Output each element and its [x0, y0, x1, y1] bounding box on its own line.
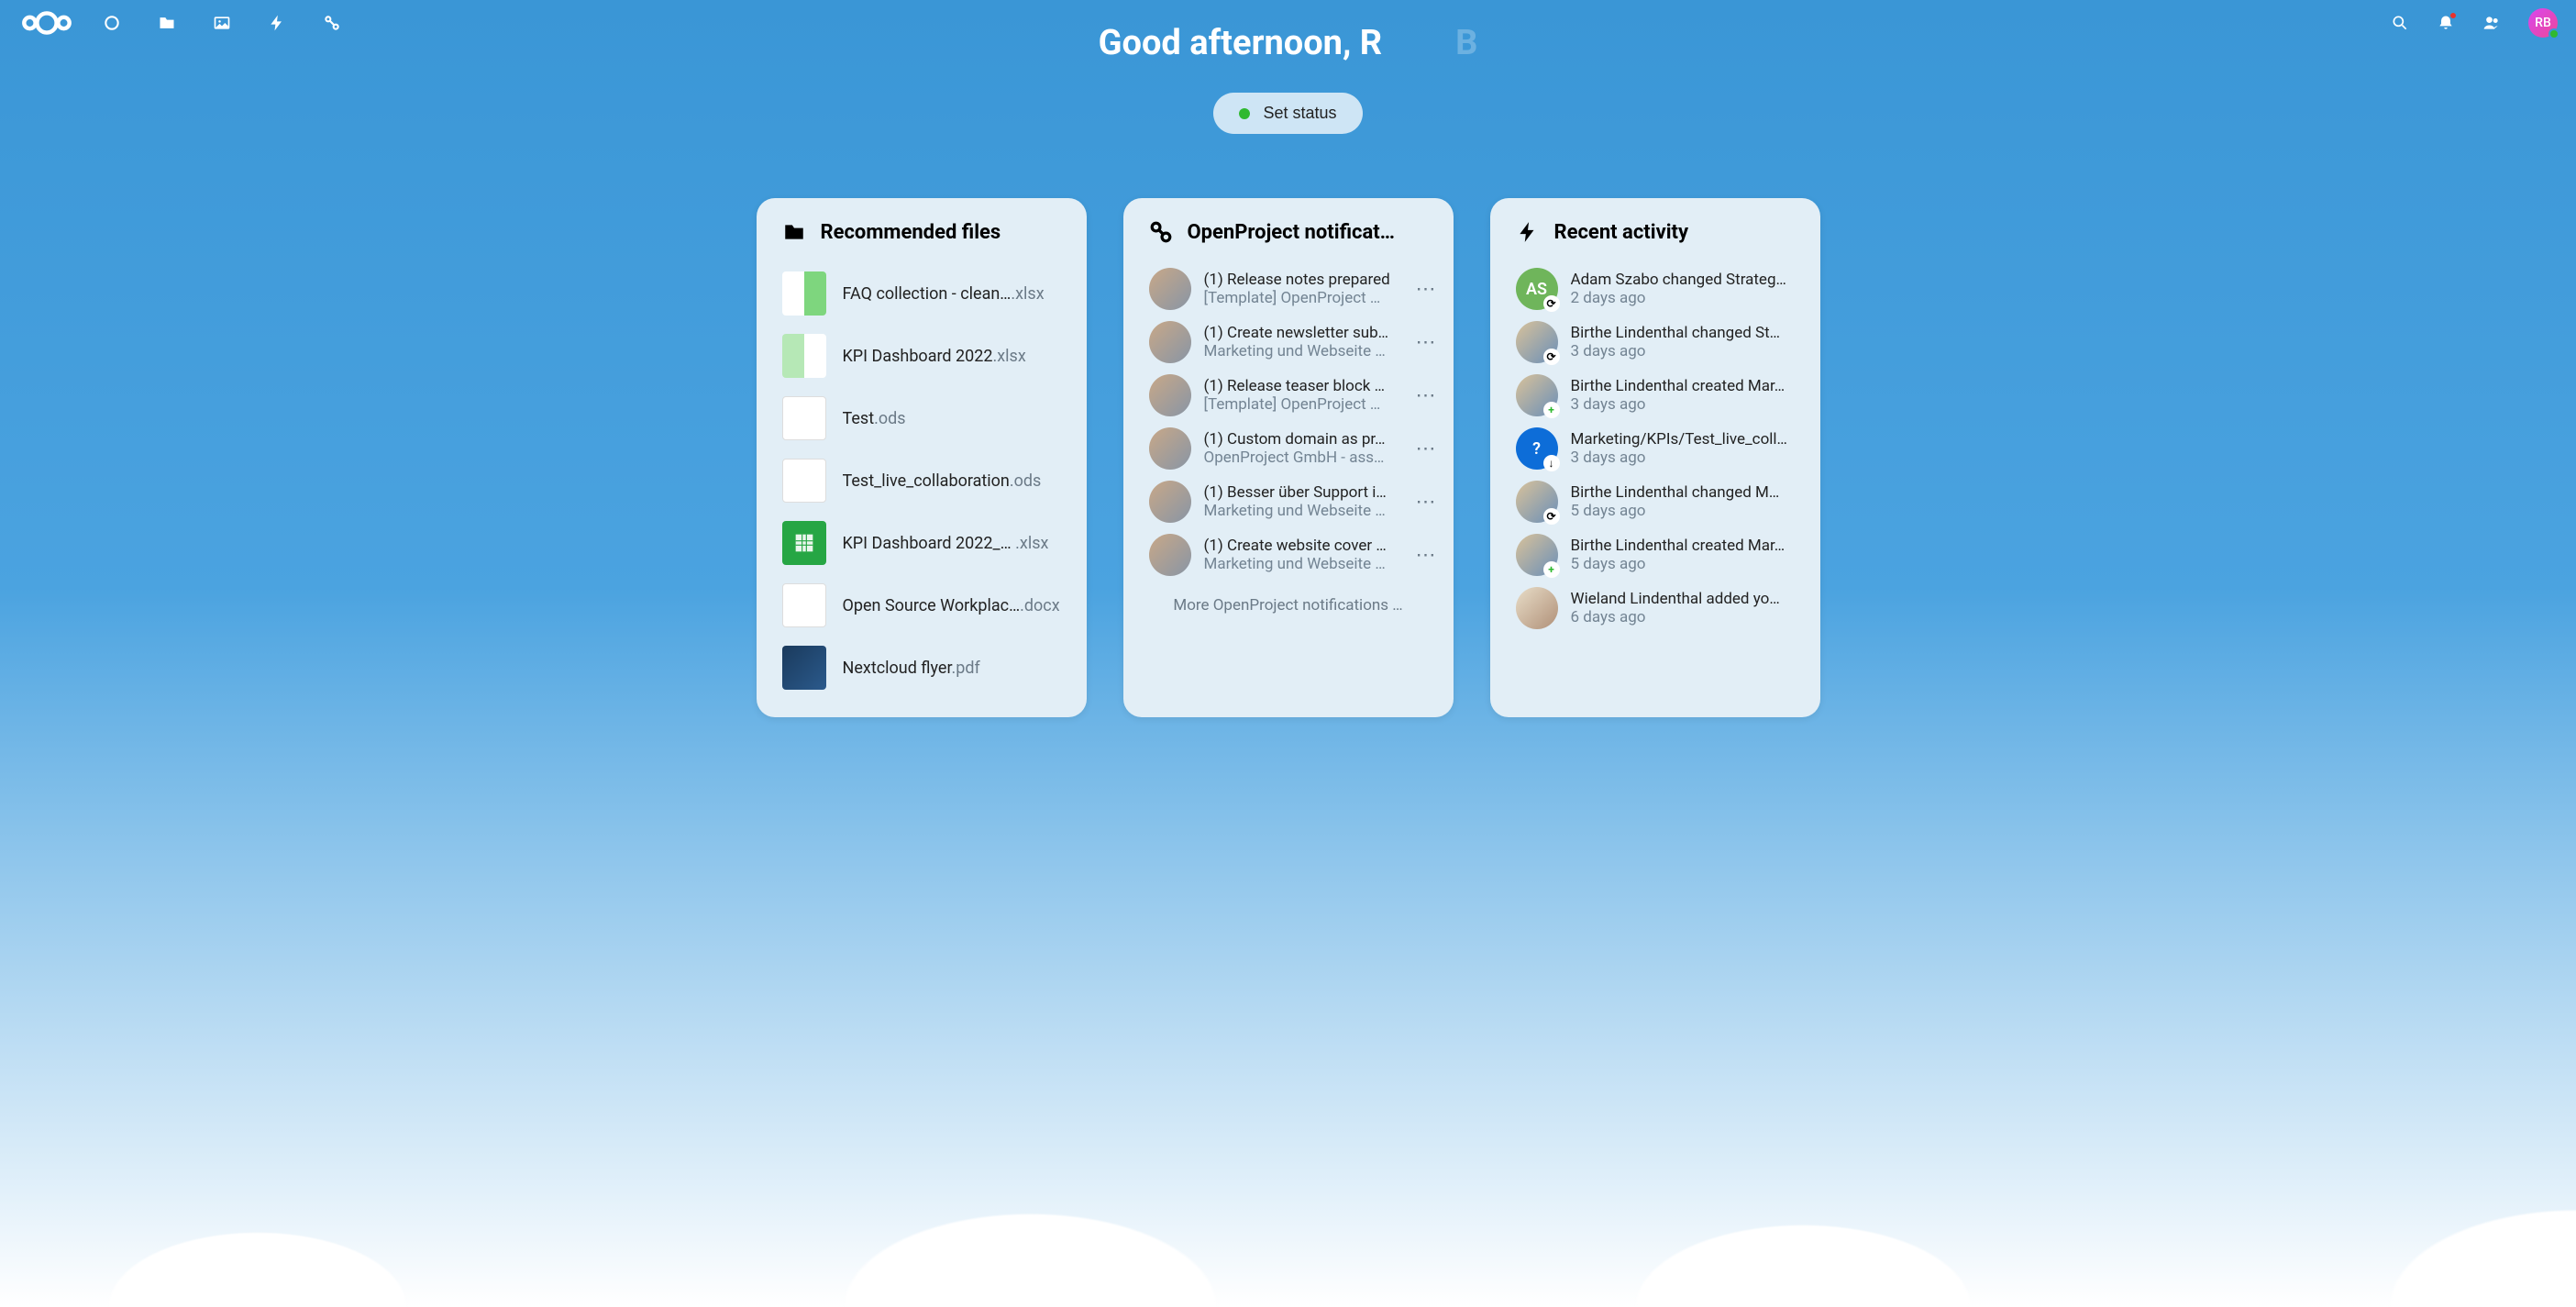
status-online-indicator [2548, 28, 2559, 39]
user-avatar-icon [1149, 427, 1191, 470]
more-icon[interactable]: ⋯ [1415, 438, 1437, 460]
more-icon[interactable]: ⋯ [1415, 331, 1437, 354]
user-avatar-icon: + [1516, 534, 1558, 576]
user-avatar-icon [1149, 534, 1191, 576]
file-item[interactable]: Test.ods [757, 387, 1087, 449]
notification-item[interactable]: (1) Release notes prepared[Template] Ope… [1123, 262, 1454, 316]
more-icon[interactable]: ⋯ [1415, 384, 1437, 407]
plus-badge-icon: + [1543, 402, 1560, 418]
notification-item[interactable]: (1) Create newsletter sub…Marketing und … [1123, 316, 1454, 369]
widgets-row: Recommended files FAQ collection - clean… [738, 198, 1839, 754]
set-status-button[interactable]: Set status [1213, 93, 1362, 134]
search-icon[interactable] [2391, 14, 2409, 32]
notification-item[interactable]: (1) Besser über Support i…Marketing und … [1123, 475, 1454, 528]
user-avatar-icon [1149, 374, 1191, 416]
user-avatar-icon [1149, 321, 1191, 363]
openproject-header-icon [1149, 220, 1173, 244]
activity-item[interactable]: + Birthe Lindenthal created Mar…5 days a… [1490, 528, 1820, 582]
download-badge-icon: ↓ [1543, 455, 1560, 471]
topbar-right: RB [2391, 8, 2558, 38]
more-icon[interactable]: ⋯ [1415, 491, 1437, 514]
more-icon[interactable]: ⋯ [1415, 278, 1437, 301]
activity-item[interactable]: AS⟳ Adam Szabo changed Strateg…2 days ag… [1490, 262, 1820, 316]
notification-dot [2449, 12, 2457, 19]
file-name: Open Source Workplac….docx [843, 596, 1060, 615]
sync-badge-icon: ⟳ [1543, 349, 1560, 365]
file-thumb-icon [782, 646, 826, 690]
file-item[interactable]: KPI Dashboard 2022_… .xlsx [757, 512, 1087, 574]
recommended-files-widget: Recommended files FAQ collection - clean… [757, 198, 1087, 717]
status-dot-icon [1239, 108, 1250, 119]
file-name: Test_live_collaboration.ods [843, 471, 1042, 491]
file-item[interactable]: KPI Dashboard 2022.xlsx [757, 325, 1087, 387]
more-notifications-link[interactable]: More OpenProject notifications … [1123, 582, 1454, 618]
notifications-icon[interactable] [2437, 14, 2455, 32]
file-name: Test.ods [843, 409, 906, 428]
activity-item[interactable]: ⟳ Birthe Lindenthal changed St…3 days ag… [1490, 316, 1820, 369]
user-avatar-icon [1516, 587, 1558, 629]
file-thumb-icon [782, 583, 826, 627]
file-item[interactable]: Test_live_collaboration.ods [757, 449, 1087, 512]
notification-item[interactable]: (1) Custom domain as pr…OpenProject GmbH… [1123, 422, 1454, 475]
file-name: FAQ collection - clean….xlsx [843, 284, 1045, 304]
file-thumb-icon [782, 271, 826, 316]
activity-item[interactable]: ⟳ Birthe Lindenthal changed M…5 days ago [1490, 475, 1820, 528]
user-avatar-icon: + [1516, 374, 1558, 416]
status-button-label: Set status [1263, 104, 1336, 123]
notification-item[interactable]: (1) Create website cover …Marketing und … [1123, 528, 1454, 582]
activity-title: Recent activity [1554, 221, 1689, 244]
file-name: Nextcloud flyer.pdf [843, 659, 980, 678]
file-name: KPI Dashboard 2022_… .xlsx [843, 534, 1049, 553]
user-avatar-icon [1149, 481, 1191, 523]
activity-item[interactable]: Wieland Lindenthal added yo…6 days ago [1490, 582, 1820, 635]
file-thumb-icon [782, 396, 826, 440]
user-avatar[interactable]: RB [2528, 8, 2558, 38]
user-avatar-icon: AS⟳ [1516, 268, 1558, 310]
openproject-title: OpenProject notificat… [1188, 221, 1395, 244]
topbar: RB [0, 0, 2576, 46]
recommended-title: Recommended files [821, 221, 1001, 244]
file-thumb-icon [782, 334, 826, 378]
sync-badge-icon: ⟳ [1543, 508, 1560, 525]
file-thumb-icon [782, 459, 826, 503]
openproject-icon[interactable] [323, 14, 341, 32]
file-name: KPI Dashboard 2022.xlsx [843, 347, 1026, 366]
openproject-widget: OpenProject notificat… (1) Release notes… [1123, 198, 1454, 717]
activity-icon[interactable] [268, 14, 286, 32]
folder-icon [782, 220, 806, 244]
user-avatar-icon [1149, 268, 1191, 310]
user-avatar-icon: ⟳ [1516, 481, 1558, 523]
nav-icons [103, 14, 341, 32]
activity-header-icon [1516, 220, 1540, 244]
activity-item[interactable]: + Birthe Lindenthal created Mar…3 days a… [1490, 369, 1820, 422]
files-icon[interactable] [158, 14, 176, 32]
file-item[interactable]: Open Source Workplac….docx [757, 574, 1087, 637]
sync-badge-icon: ⟳ [1543, 295, 1560, 312]
activity-widget: Recent activity AS⟳ Adam Szabo changed S… [1490, 198, 1820, 717]
unknown-avatar-icon: ?↓ [1516, 427, 1558, 470]
notification-item[interactable]: (1) Release teaser block …[Template] Ope… [1123, 369, 1454, 422]
file-thumb-icon [782, 521, 826, 565]
user-initials: RB [2535, 16, 2551, 30]
plus-badge-icon: + [1543, 561, 1560, 578]
activity-item[interactable]: ?↓ Marketing/KPIs/Test_live_coll…3 days … [1490, 422, 1820, 475]
file-item[interactable]: FAQ collection - clean….xlsx [757, 262, 1087, 325]
contacts-icon[interactable] [2482, 14, 2501, 32]
photos-icon[interactable] [213, 14, 231, 32]
nextcloud-logo[interactable] [18, 9, 75, 37]
more-icon[interactable]: ⋯ [1415, 544, 1437, 567]
file-item[interactable]: Nextcloud flyer.pdf [757, 637, 1087, 699]
user-avatar-icon: ⟳ [1516, 321, 1558, 363]
dashboard-icon[interactable] [103, 14, 121, 32]
